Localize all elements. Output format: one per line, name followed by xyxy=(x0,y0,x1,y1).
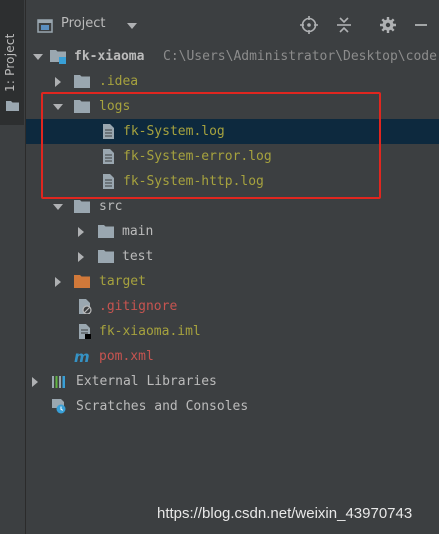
expanded-arrow-icon[interactable] xyxy=(53,202,63,212)
tree-row-pom[interactable]: m pom.xml xyxy=(26,344,439,369)
folder-icon xyxy=(74,200,90,213)
project-tool-tab[interactable]: 1: Project xyxy=(0,0,24,125)
collapsed-arrow-icon[interactable] xyxy=(76,227,86,237)
tree-row-root[interactable]: fk-xiaoma C:\Users\Administrator\Desktop… xyxy=(26,44,439,69)
folder-label-main: main xyxy=(122,224,154,239)
tree-row-main[interactable]: main xyxy=(26,219,439,244)
gear-icon[interactable] xyxy=(379,16,397,34)
file-label-pom: pom.xml xyxy=(99,349,154,364)
tree-row-test[interactable]: test xyxy=(26,244,439,269)
expanded-arrow-icon[interactable] xyxy=(33,52,43,62)
folder-label-target: target xyxy=(99,274,146,289)
tree-row-gitignore[interactable]: .gitignore xyxy=(26,294,439,319)
folder-label-idea: .idea xyxy=(99,74,139,89)
tree-row-scratches[interactable]: Scratches and Consoles xyxy=(26,394,439,419)
scratches-icon xyxy=(52,399,66,414)
collapsed-arrow-icon[interactable] xyxy=(76,252,86,262)
maven-icon: m xyxy=(74,349,90,364)
folder-icon xyxy=(98,225,114,238)
minimize-icon[interactable] xyxy=(412,16,430,34)
svg-text:m: m xyxy=(74,349,90,364)
collapsed-arrow-icon[interactable] xyxy=(30,377,40,387)
folder-icon xyxy=(74,75,90,88)
folder-icon xyxy=(6,101,19,111)
folder-icon xyxy=(98,250,114,263)
root-path-label: C:\Users\Administrator\Desktop\code xyxy=(163,49,437,64)
tree-row-iml[interactable]: fk-xiaoma.iml xyxy=(26,319,439,344)
annotation-highlight-box xyxy=(41,92,381,199)
watermark-text: https://blog.csdn.net/weixin_43970743 xyxy=(157,505,413,522)
folder-label-test: test xyxy=(122,249,154,264)
collapse-icon[interactable] xyxy=(335,16,353,34)
collapsed-arrow-icon[interactable] xyxy=(53,277,63,287)
folder-label-src: src xyxy=(99,199,123,214)
tree-row-external-libraries[interactable]: External Libraries xyxy=(26,369,439,394)
iml-file-icon xyxy=(79,324,91,339)
tree-row-target[interactable]: target xyxy=(26,269,439,294)
file-label-iml: fk-xiaoma.iml xyxy=(99,324,201,339)
tree-row-idea[interactable]: .idea xyxy=(26,69,439,94)
collapsed-arrow-icon[interactable] xyxy=(53,77,63,87)
label-scratches: Scratches and Consoles xyxy=(76,399,249,414)
crosshair-icon[interactable] xyxy=(300,16,318,34)
ignore-file-icon xyxy=(79,299,92,314)
module-folder-icon xyxy=(50,50,66,64)
label-external-libraries: External Libraries xyxy=(76,374,217,389)
project-tool-tab-label: 1: Project xyxy=(3,33,17,92)
file-label-gitignore: .gitignore xyxy=(99,299,178,314)
project-view-icon xyxy=(37,19,53,33)
root-module-label: fk-xiaoma xyxy=(74,49,145,64)
excluded-folder-icon xyxy=(74,275,90,288)
library-icon xyxy=(52,376,65,388)
tool-window-strip: 1: Project xyxy=(0,0,26,534)
project-view-title[interactable]: Project xyxy=(61,16,105,31)
chevron-down-icon[interactable] xyxy=(127,23,137,29)
project-toolbar: Project xyxy=(26,0,439,42)
